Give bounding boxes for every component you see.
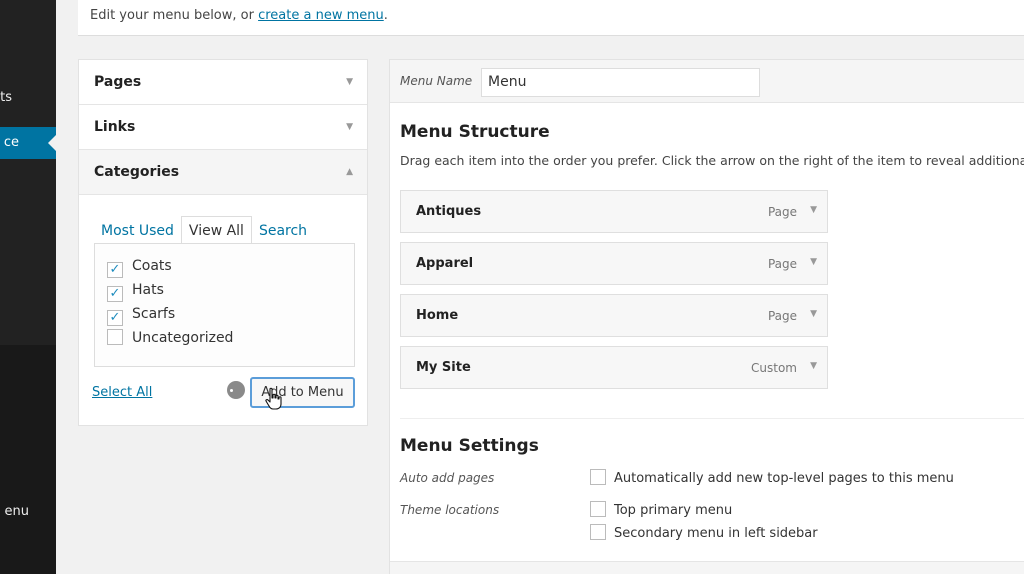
auto-add-label: Auto add pages <box>400 471 495 485</box>
menu-item-type: Page <box>767 257 797 271</box>
tab-view-all[interactable]: View All <box>180 216 252 244</box>
create-new-menu-link[interactable]: create a new menu <box>258 8 384 23</box>
chevron-down-icon[interactable]: ▼ <box>810 309 817 319</box>
checkbox-uncategorized[interactable] <box>107 329 123 345</box>
menu-item-type: Custom <box>751 361 797 375</box>
checkbox-top-primary[interactable] <box>590 501 606 517</box>
menu-footer <box>390 561 1024 574</box>
category-label: Hats <box>132 282 164 298</box>
chevron-down-icon: ▼ <box>346 77 353 87</box>
checkbox-auto-add[interactable] <box>590 469 606 485</box>
menu-item-title: Home <box>416 308 459 323</box>
menu-notice: Edit your menu below, or create a new me… <box>78 0 1024 36</box>
menu-item-title: Antiques <box>416 204 482 219</box>
select-all-link[interactable]: Select All <box>92 385 152 400</box>
menu-header: Menu Name Menu <box>390 60 1024 103</box>
sidebar-item-label: enu <box>4 504 29 519</box>
chevron-down-icon[interactable]: ▼ <box>810 205 817 215</box>
category-checklist: ✓ Coats ✓ Hats ✓ Scarfs Uncategorized <box>94 243 355 367</box>
menu-item-title: My Site <box>416 360 471 375</box>
theme-location-label: Top primary menu <box>614 503 733 518</box>
theme-location-label: Secondary menu in left sidebar <box>614 526 818 541</box>
checkbox-coats[interactable]: ✓ <box>107 262 123 278</box>
menu-item[interactable]: Home Page ▼ <box>400 294 828 337</box>
menu-item-type: Page <box>767 205 797 219</box>
sidebar-item-appearance[interactable]: ce <box>0 127 56 159</box>
theme-location-option: Secondary menu in left sidebar <box>590 524 818 541</box>
checkbox-scarfs[interactable]: ✓ <box>107 310 123 326</box>
menu-name-label: Menu Name <box>400 74 473 88</box>
menu-structure-title: Menu Structure <box>400 122 550 142</box>
sidebar-item-label: ce <box>3 135 19 150</box>
theme-location-option: Top primary menu <box>590 501 732 518</box>
accordion-categories-label: Categories <box>94 164 180 180</box>
sidebar-item-label: ts <box>0 90 12 105</box>
chevron-down-icon[interactable]: ▼ <box>810 361 817 371</box>
list-item: ✓ Scarfs <box>107 304 354 328</box>
auto-add-option: Automatically add new top-level pages to… <box>590 469 954 486</box>
admin-sidebar-lower <box>0 345 56 574</box>
checkbox-secondary-sidebar[interactable] <box>590 524 606 540</box>
tab-search[interactable]: Search <box>252 217 314 245</box>
admin-sidebar: ts ce enu <box>0 0 56 574</box>
hand-cursor-icon <box>265 387 282 410</box>
list-item: ✓ Hats <box>107 280 354 304</box>
notice-suffix: . <box>383 8 388 23</box>
menu-item[interactable]: My Site Custom ▼ <box>400 346 828 389</box>
theme-locations-label: Theme locations <box>400 503 500 517</box>
list-item: ✓ Coats <box>107 256 354 280</box>
sidebar-item-collapse-menu[interactable]: enu <box>0 496 56 528</box>
divider <box>400 418 1024 419</box>
menu-item[interactable]: Apparel Page ▼ <box>400 242 828 285</box>
menu-settings-title: Menu Settings <box>400 436 539 456</box>
add-menu-items-accordion: Pages ▼ Links ▼ Categories ▲ Most Used Vi… <box>78 59 368 426</box>
menu-item-type: Page <box>767 309 797 323</box>
menu-edit-panel: Menu Name Menu Menu Structure Drag each … <box>389 59 1024 574</box>
checkbox-hats[interactable]: ✓ <box>107 286 123 302</box>
category-label: Uncategorized <box>132 330 234 346</box>
accordion-pages-label: Pages <box>94 74 142 90</box>
menu-structure-description: Drag each item into the order you prefer… <box>400 153 1024 168</box>
accordion-pages[interactable]: Pages ▼ <box>79 60 367 105</box>
category-label: Coats <box>132 258 172 274</box>
notice-text: Edit your menu below, or <box>90 8 259 23</box>
accordion-links-label: Links <box>94 119 136 135</box>
auto-add-option-label: Automatically add new top-level pages to… <box>614 471 954 486</box>
chevron-down-icon: ▼ <box>346 122 353 132</box>
chevron-up-icon: ▲ <box>346 167 353 177</box>
menu-name-input[interactable]: Menu <box>481 68 760 97</box>
spinner-icon <box>227 381 245 399</box>
sidebar-item-partial-1[interactable]: ts <box>0 82 56 114</box>
accordion-links[interactable]: Links ▼ <box>79 105 367 150</box>
menu-item[interactable]: Antiques Page ▼ <box>400 190 828 233</box>
tab-most-used[interactable]: Most Used <box>94 217 181 245</box>
chevron-down-icon[interactable]: ▼ <box>810 257 817 267</box>
menu-item-title: Apparel <box>416 256 474 271</box>
list-item: Uncategorized <box>107 328 354 352</box>
category-label: Scarfs <box>132 306 176 322</box>
category-tabs: Most Used View All Search <box>94 216 314 244</box>
accordion-categories[interactable]: Categories ▲ <box>79 150 367 195</box>
